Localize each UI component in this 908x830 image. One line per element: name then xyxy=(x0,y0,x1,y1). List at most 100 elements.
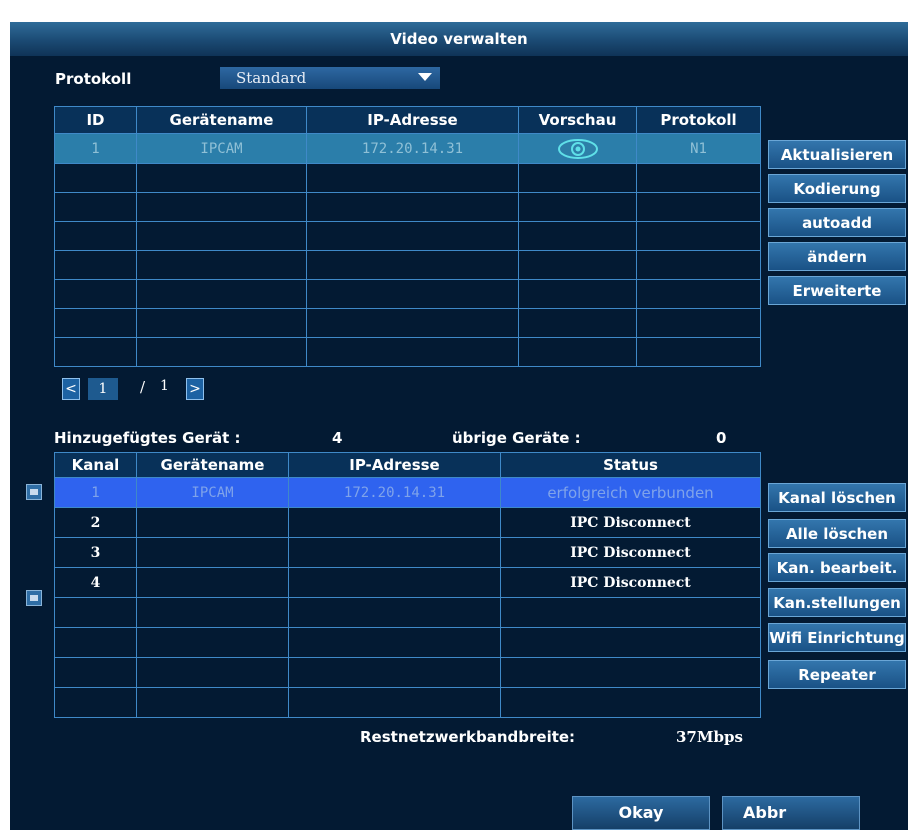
column-header-ip-address: IP-Adresse xyxy=(288,452,501,478)
empty-cell xyxy=(518,192,637,222)
empty-cell xyxy=(636,337,761,367)
empty-cell xyxy=(136,687,289,718)
next-page-button[interactable]: > xyxy=(186,378,204,400)
column-header-channel: Kanal xyxy=(54,452,137,478)
empty-cell xyxy=(136,279,307,309)
empty-cell xyxy=(136,163,307,193)
empty-cell xyxy=(288,657,501,688)
cell-status: IPC Disconnect xyxy=(500,507,761,538)
empty-table-row[interactable] xyxy=(54,657,761,688)
empty-cell xyxy=(54,687,137,718)
empty-cell xyxy=(518,308,637,338)
cell-preview[interactable] xyxy=(518,133,637,164)
cell-device-name xyxy=(136,567,289,598)
total-pages: 1 xyxy=(160,378,169,394)
column-header-id: ID xyxy=(54,106,137,134)
empty-cell xyxy=(288,627,501,658)
empty-cell xyxy=(136,657,289,688)
column-header-preview: Vorschau xyxy=(518,106,637,134)
empty-table-row[interactable] xyxy=(54,597,761,628)
empty-cell xyxy=(518,337,637,367)
table-row[interactable]: 1 IPCAM 172.20.14.31 erfolgreich verbund… xyxy=(54,477,761,508)
empty-cell xyxy=(306,221,519,251)
column-header-device-name: Gerätename xyxy=(136,452,289,478)
empty-table-row[interactable] xyxy=(54,308,761,338)
bandwidth-value: 37Mbps xyxy=(676,728,743,746)
delete-channel-button[interactable]: Kanal löschen xyxy=(768,483,906,512)
empty-table-row[interactable] xyxy=(54,192,761,222)
prev-page-button[interactable]: < xyxy=(62,378,80,400)
okay-button[interactable]: Okay xyxy=(572,796,710,830)
cell-ip-address: 172.20.14.31 xyxy=(288,477,501,508)
channel-settings-button[interactable]: Kan.stellungen xyxy=(768,588,906,617)
autoadd-button[interactable]: autoadd xyxy=(768,208,906,237)
table-row[interactable]: 3 IPC Disconnect xyxy=(54,537,761,568)
empty-cell xyxy=(136,221,307,251)
video-manage-dialog: Video verwalten Protokoll Standard ID Ge… xyxy=(10,22,908,830)
column-header-protocol: Protokoll xyxy=(636,106,761,134)
empty-table-row[interactable] xyxy=(54,163,761,193)
cell-status: IPC Disconnect xyxy=(500,567,761,598)
cancel-button[interactable]: Abbr xyxy=(722,796,860,830)
cell-ip-address: 172.20.14.31 xyxy=(306,133,519,164)
advanced-button[interactable]: Erweiterte xyxy=(768,276,906,305)
edit-button[interactable]: ändern xyxy=(768,242,906,271)
cell-device-name: IPCAM xyxy=(136,477,289,508)
empty-cell xyxy=(288,687,501,718)
edit-channel-button[interactable]: Kan. bearbeit. xyxy=(768,553,906,582)
empty-table-row[interactable] xyxy=(54,221,761,251)
empty-table-row[interactable] xyxy=(54,337,761,367)
remaining-devices-count: 0 xyxy=(716,429,727,447)
refresh-button[interactable]: Aktualisieren xyxy=(768,140,906,169)
table-header-row: ID Gerätename IP-Adresse Vorschau Protok… xyxy=(54,106,761,134)
table-header-row: Kanal Gerätename IP-Adresse Status xyxy=(54,452,761,478)
empty-table-row[interactable] xyxy=(54,627,761,658)
empty-cell xyxy=(306,279,519,309)
encoding-button[interactable]: Kodierung xyxy=(768,174,906,203)
empty-cell xyxy=(136,192,307,222)
table-row[interactable]: 1 IPCAM 172.20.14.31 N1 xyxy=(54,133,761,164)
cell-id: 1 xyxy=(54,133,137,164)
empty-cell xyxy=(518,163,637,193)
scroll-up-button[interactable] xyxy=(26,484,42,500)
column-header-status: Status xyxy=(500,452,761,478)
window-title: Video verwalten xyxy=(10,22,908,56)
empty-cell xyxy=(54,192,137,222)
protocol-select[interactable]: Standard xyxy=(220,67,440,89)
current-page: 1 xyxy=(88,378,118,400)
channel-table: Kanal Gerätename IP-Adresse Status 1 IPC… xyxy=(54,452,761,718)
cell-ip-address xyxy=(288,537,501,568)
bandwidth-label: Restnetzwerkbandbreite: xyxy=(360,728,576,746)
empty-cell xyxy=(636,279,761,309)
column-header-device-name: Gerätename xyxy=(136,106,307,134)
empty-cell xyxy=(136,337,307,367)
delete-all-button[interactable]: Alle löschen xyxy=(768,519,906,548)
empty-table-row[interactable] xyxy=(54,279,761,309)
table-row[interactable]: 2 IPC Disconnect xyxy=(54,507,761,538)
empty-cell xyxy=(500,687,761,718)
empty-cell xyxy=(54,279,137,309)
empty-cell xyxy=(54,308,137,338)
empty-cell xyxy=(54,337,137,367)
eye-icon[interactable] xyxy=(554,137,602,161)
empty-cell xyxy=(518,279,637,309)
empty-table-row[interactable] xyxy=(54,687,761,718)
repeater-button[interactable]: Repeater xyxy=(768,660,906,689)
table-row[interactable]: 4 IPC Disconnect xyxy=(54,567,761,598)
chevron-down-icon xyxy=(418,73,432,81)
page-separator: / xyxy=(140,378,146,396)
empty-cell xyxy=(500,627,761,658)
cell-channel: 4 xyxy=(54,567,137,598)
wifi-setup-button[interactable]: Wifi Einrichtung xyxy=(768,623,906,652)
empty-cell xyxy=(54,221,137,251)
cell-device-name: IPCAM xyxy=(136,133,307,164)
empty-cell xyxy=(136,597,289,628)
empty-cell xyxy=(54,597,137,628)
scroll-down-button[interactable] xyxy=(26,590,42,606)
empty-cell xyxy=(636,308,761,338)
remaining-devices-label: übrige Geräte : xyxy=(452,429,581,447)
empty-cell xyxy=(306,308,519,338)
protocol-select-value: Standard xyxy=(236,69,307,87)
empty-table-row[interactable] xyxy=(54,250,761,280)
empty-cell xyxy=(500,597,761,628)
